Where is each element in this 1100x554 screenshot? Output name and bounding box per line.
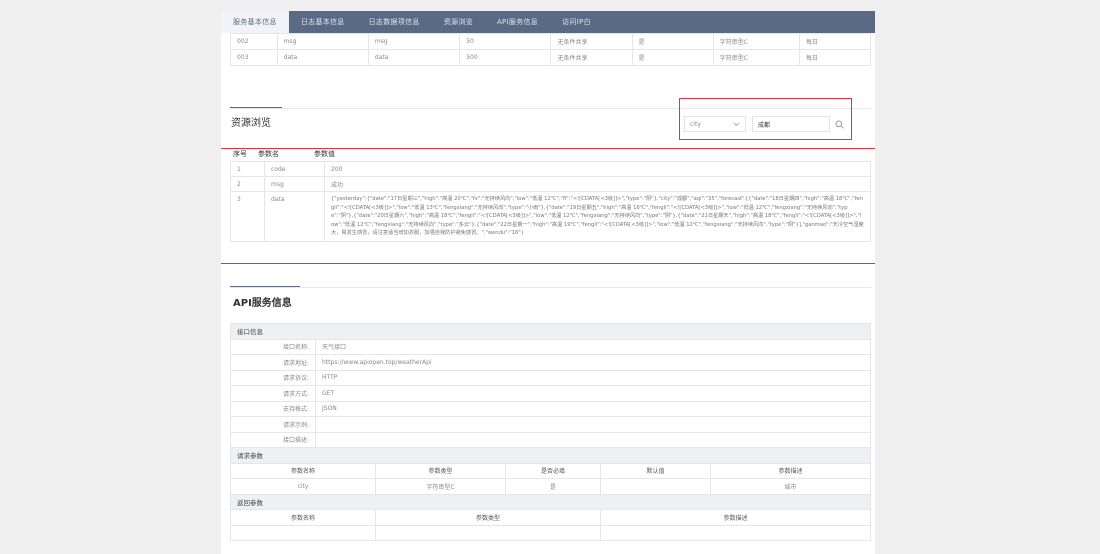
- table-cell: data: [367, 49, 461, 66]
- tab-log-basic-info[interactable]: 日志基本信息: [289, 11, 357, 33]
- req-cell-required: 是: [505, 478, 601, 495]
- table-cell: 字符串型C: [712, 33, 800, 50]
- detail-tabs: 服务基本信息 日志基本信息 日志数据项信息 资源浏览 API服务信息 访问IP白: [221, 11, 875, 33]
- req-header-name: 参数名称: [230, 462, 376, 479]
- field-value-description: [315, 431, 871, 448]
- req-cell-type: 字符串型C: [375, 478, 506, 495]
- req-header-default: 默认值: [600, 462, 711, 479]
- group-interface-info: 接口信息: [230, 323, 871, 340]
- tab-api-service-info[interactable]: API服务信息: [485, 11, 550, 33]
- table-cell: 500: [459, 49, 552, 66]
- field-label-url: 请求地址:: [230, 354, 316, 371]
- field-label-protocol: 请求协议:: [230, 369, 316, 386]
- table-cell: 50: [459, 33, 552, 50]
- tab-service-basic-info[interactable]: 服务基本信息: [221, 11, 289, 33]
- api-section-title: API服务信息: [233, 298, 292, 309]
- field-value-format: JSON: [315, 400, 871, 417]
- req-cell-name: city: [230, 478, 376, 495]
- tab-ip-whitelist[interactable]: 访问IP白: [550, 11, 603, 33]
- table-row: city 字符串型C 是 城市: [230, 478, 871, 495]
- field-label-format: 支持格式:: [230, 400, 316, 417]
- field-value-method: GET: [315, 385, 871, 402]
- field-label-name: 接口名称:: [230, 338, 316, 355]
- field-value-example: [315, 416, 871, 433]
- tab-log-data-items[interactable]: 日志数据项信息: [357, 11, 432, 33]
- resp-cell-empty: [230, 524, 376, 541]
- table-cell: 每日: [798, 33, 872, 50]
- resp-cell-empty: [600, 524, 871, 541]
- table-cell: data: [276, 49, 369, 66]
- field-value-protocol: HTTP: [315, 369, 871, 386]
- table-cell: 每日: [798, 49, 872, 66]
- data-items-table: 002 msg msg 50 无条件共享 是 字符串型C 每日 003 data…: [230, 33, 872, 66]
- field-label-example: 请求示例:: [230, 416, 316, 433]
- api-divider: [230, 287, 871, 288]
- table-row: 003 data data 500 无条件共享 是 字符串型C 每日: [230, 49, 872, 66]
- table-cell: 是: [631, 49, 714, 66]
- req-header-desc: 参数描述: [710, 462, 871, 479]
- api-info-table: 接口信息 接口名称: 天气接口 请求地址: https://www.apiope…: [230, 323, 871, 541]
- result-highlight-box: [221, 148, 875, 264]
- table-cell: 无条件共享: [550, 49, 633, 66]
- field-value-url: https://www.apiopen.top/weatherApi: [315, 354, 871, 371]
- req-header-type: 参数类型: [375, 462, 506, 479]
- resp-header-desc: 参数描述: [600, 509, 871, 526]
- table-cell: msg: [276, 33, 369, 50]
- resp-cell-empty: [375, 524, 601, 541]
- tab-resource-browse[interactable]: 资源浏览: [432, 11, 485, 33]
- field-label-method: 请求方式:: [230, 385, 316, 402]
- group-response-params: 返回参数: [230, 493, 871, 510]
- search-highlight-box: [679, 98, 852, 140]
- resp-header-name: 参数名称: [230, 509, 376, 526]
- service-detail-card: 服务基本信息 日志基本信息 日志数据项信息 资源浏览 API服务信息 访问IP白…: [221, 11, 875, 554]
- req-header-required: 是否必填: [505, 462, 601, 479]
- group-request-params: 请求参数: [230, 447, 871, 464]
- field-label-description: 接口描述:: [230, 431, 316, 448]
- resource-section-title: 资源浏览: [231, 118, 271, 129]
- table-cell: msg: [367, 33, 461, 50]
- table-cell: 002: [230, 33, 278, 50]
- table-cell: 是: [631, 33, 714, 50]
- field-value-name: 天气接口: [315, 338, 871, 355]
- req-cell-desc: 城市: [710, 478, 871, 495]
- table-row: 002 msg msg 50 无条件共享 是 字符串型C 每日: [230, 33, 872, 50]
- req-cell-default: [600, 478, 711, 495]
- resp-header-type: 参数类型: [375, 509, 601, 526]
- table-cell: 003: [230, 49, 278, 66]
- table-cell: 无条件共享: [550, 33, 633, 50]
- table-cell: 字符串型C: [712, 49, 800, 66]
